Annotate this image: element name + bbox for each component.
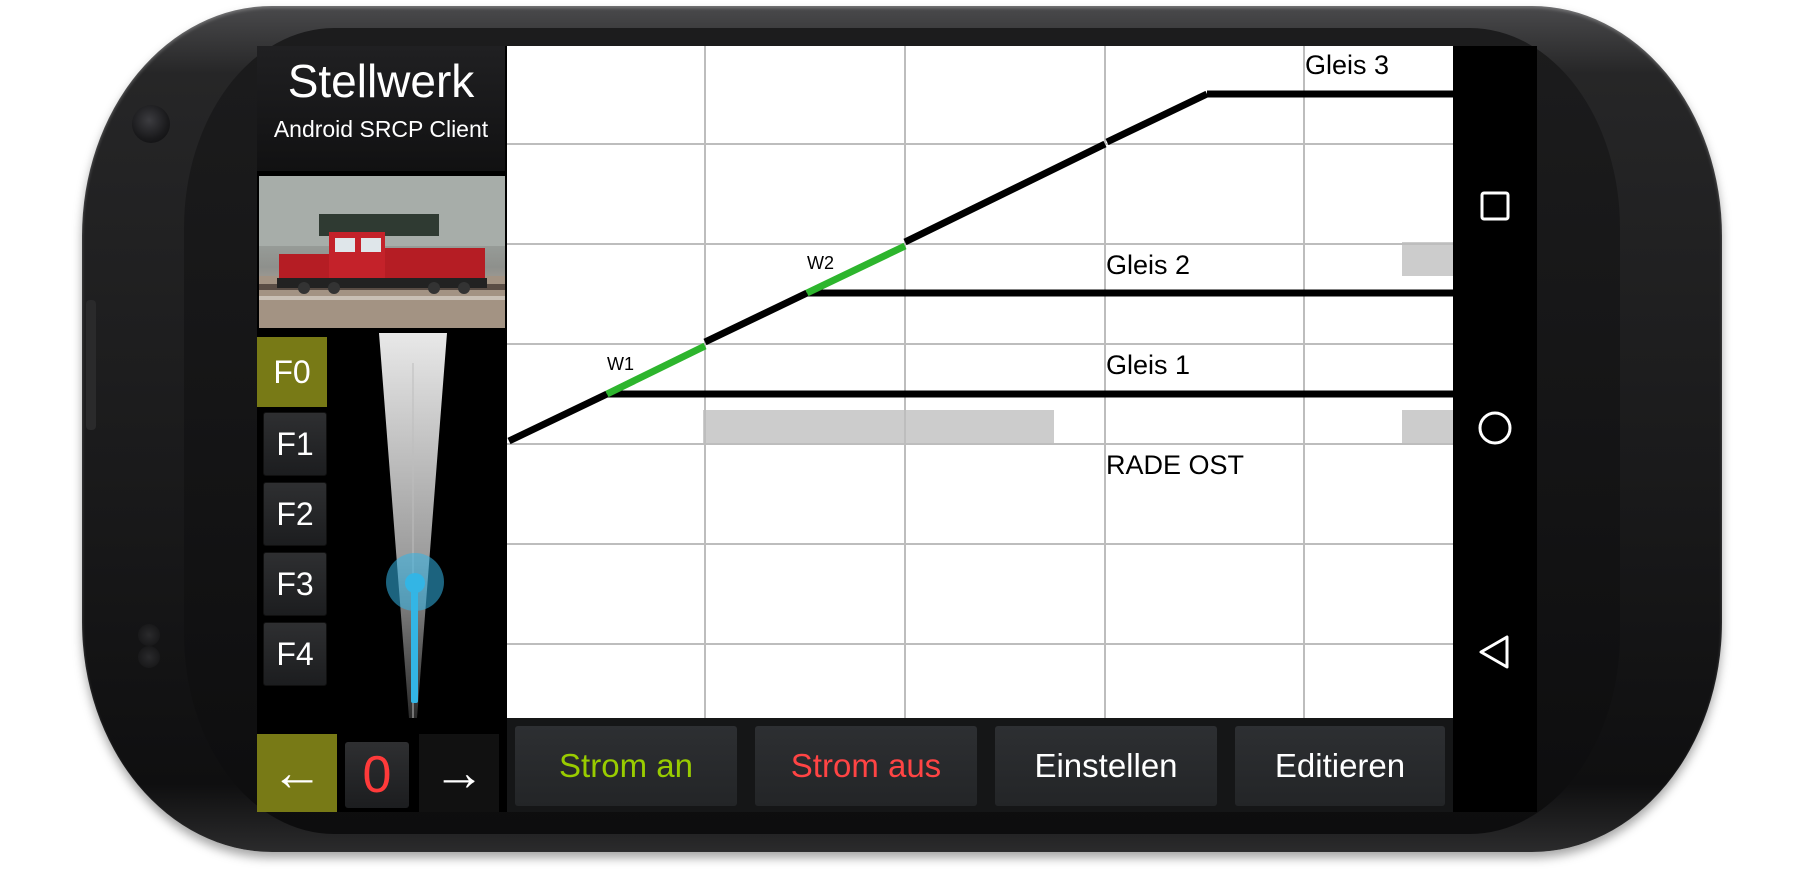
function-button-f0[interactable]: F0 bbox=[257, 337, 327, 407]
app-subtitle: Android SRCP Client bbox=[273, 116, 489, 142]
edit-button[interactable]: Editieren bbox=[1235, 726, 1445, 806]
app-header: Stellwerk Android SRCP Client bbox=[257, 46, 505, 171]
power-off-button[interactable]: Strom aus bbox=[755, 726, 977, 806]
function-button-f1[interactable]: F1 bbox=[263, 412, 327, 476]
sensor bbox=[138, 624, 160, 646]
locomotive-photo[interactable] bbox=[259, 176, 505, 328]
function-button-f2[interactable]: F2 bbox=[263, 482, 327, 546]
function-button-f4[interactable]: F4 bbox=[263, 622, 327, 686]
settings-button[interactable]: Einstellen bbox=[995, 726, 1217, 806]
back-icon[interactable] bbox=[1475, 632, 1515, 672]
recent-apps-icon[interactable] bbox=[1475, 186, 1515, 226]
locomotive-image bbox=[259, 176, 505, 328]
occupied-block bbox=[703, 410, 1054, 444]
occupied-block bbox=[1402, 242, 1453, 276]
action-bar: Strom an Strom aus Einstellen Editieren bbox=[507, 718, 1453, 812]
volume-button bbox=[86, 300, 96, 430]
sensor bbox=[138, 646, 160, 668]
system-nav-bar bbox=[1453, 46, 1537, 812]
track-label-gleis-3: Gleis 3 bbox=[1305, 50, 1390, 80]
track-label-gleis-1: Gleis 1 bbox=[1106, 350, 1191, 380]
function-button-f3[interactable]: F3 bbox=[263, 552, 327, 616]
app-title: Stellwerk bbox=[287, 55, 475, 107]
direction-right-button[interactable]: → bbox=[419, 734, 499, 812]
track-diagram[interactable]: Gleis 3 Gleis 2 Gleis 1 RADE OST W1 W2 bbox=[507, 46, 1453, 718]
direction-left-button[interactable]: ← bbox=[257, 734, 337, 812]
throttle-panel: Stellwerk Android SRCP Client F0 F1 F2 F… bbox=[257, 46, 505, 812]
home-icon[interactable] bbox=[1475, 408, 1515, 448]
switch-label-w1[interactable]: W1 bbox=[607, 354, 634, 375]
occupied-block bbox=[1402, 410, 1453, 444]
power-on-button[interactable]: Strom an bbox=[515, 726, 737, 806]
speed-slider[interactable] bbox=[373, 333, 453, 733]
speed-display: 0 bbox=[345, 742, 409, 808]
slider-knob[interactable] bbox=[405, 573, 425, 593]
switch-label-w2[interactable]: W2 bbox=[807, 253, 834, 274]
station-label: RADE OST bbox=[1106, 450, 1245, 480]
screen: Stellwerk Android SRCP Client F0 F1 F2 F… bbox=[257, 46, 1537, 812]
track-grid bbox=[507, 46, 1453, 718]
front-camera bbox=[132, 105, 170, 143]
track-label-gleis-2: Gleis 2 bbox=[1106, 250, 1191, 280]
